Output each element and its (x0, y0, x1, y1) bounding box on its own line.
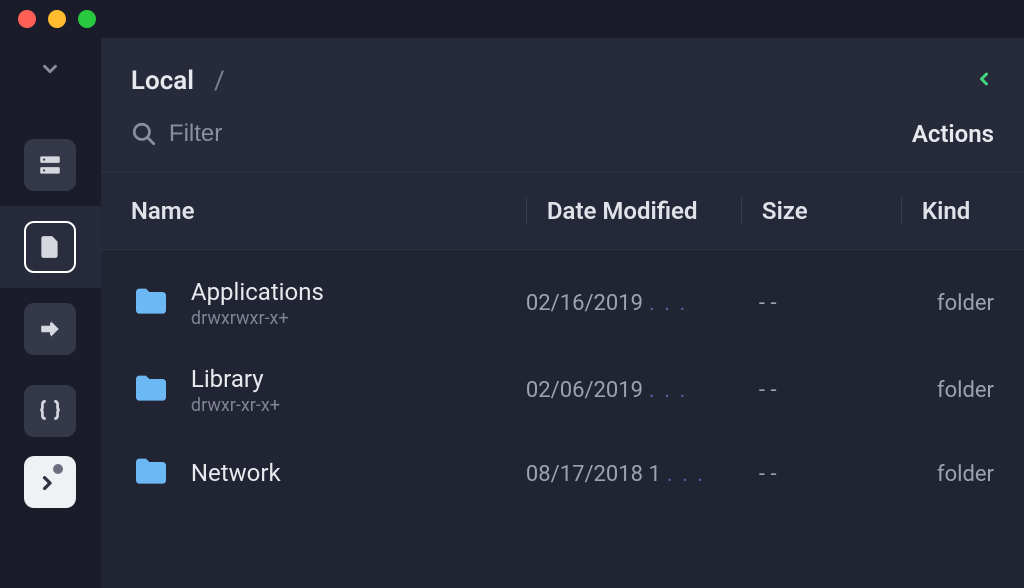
breadcrumb: Local / (131, 66, 225, 96)
sidebar-item-transfers[interactable] (0, 288, 101, 370)
connection-dropdown[interactable] (39, 58, 61, 84)
sidebar-item-servers[interactable] (0, 124, 101, 206)
file-name: Network (191, 459, 281, 487)
sidebar-item-terminal[interactable] (0, 452, 101, 512)
actions-menu[interactable]: Actions (912, 120, 994, 148)
files-icon (24, 221, 76, 273)
close-window-button[interactable] (18, 10, 36, 28)
table-body: Applications drwxrwxr-x+ 02/16/2019. . .… (101, 250, 1024, 524)
app-window: Local / Actions Name (0, 0, 1024, 588)
table-row[interactable]: Network 08/17/2018 1. . . - - folder (101, 434, 1024, 514)
folder-icon (131, 369, 171, 413)
name-cell: Library drwxr-xr-x+ (131, 365, 526, 416)
chevron-left-icon (974, 66, 994, 92)
sidebar (0, 38, 101, 588)
file-size: - - (741, 291, 901, 316)
terminal-icon (24, 456, 76, 508)
name-cell: Network (131, 452, 526, 496)
chevron-down-icon (39, 58, 61, 80)
file-permissions: drwxr-xr-x+ (191, 395, 280, 416)
table-row[interactable]: Library drwxr-xr-x+ 02/06/2019. . . - - … (101, 347, 1024, 434)
main-header: Local / Actions (101, 38, 1024, 172)
file-kind: folder (901, 291, 994, 316)
file-name: Library (191, 365, 280, 393)
location-label[interactable]: Local (131, 66, 194, 96)
file-size: - - (741, 462, 901, 487)
file-kind: folder (901, 462, 994, 487)
breadcrumb-row: Local / (131, 66, 994, 96)
search-icon (131, 121, 157, 147)
file-date: 02/16/2019. . . (526, 291, 741, 316)
code-braces-icon (24, 385, 76, 437)
back-button[interactable] (974, 66, 994, 96)
name-stack: Library drwxr-xr-x+ (191, 365, 280, 416)
table-row[interactable]: Applications drwxrwxr-x+ 02/16/2019. . .… (101, 260, 1024, 347)
filter-input[interactable] (169, 120, 469, 148)
window-body: Local / Actions Name (0, 38, 1024, 588)
transfers-icon (24, 303, 76, 355)
titlebar (0, 0, 1024, 38)
file-permissions: drwxrwxr-x+ (191, 308, 324, 329)
file-name: Applications (191, 278, 324, 306)
notification-dot-icon (53, 464, 63, 474)
file-kind: folder (901, 378, 994, 403)
table-header: Name Date Modified Size Kind (101, 172, 1024, 250)
column-header-kind[interactable]: Kind (901, 197, 994, 225)
column-header-size[interactable]: Size (741, 197, 901, 225)
folder-icon (131, 282, 171, 326)
file-date: 02/06/2019. . . (526, 378, 741, 403)
name-stack: Applications drwxrwxr-x+ (191, 278, 324, 329)
maximize-window-button[interactable] (78, 10, 96, 28)
name-cell: Applications drwxrwxr-x+ (131, 278, 526, 329)
file-size: - - (741, 378, 901, 403)
minimize-window-button[interactable] (48, 10, 66, 28)
column-header-date[interactable]: Date Modified (526, 197, 741, 225)
path-separator: / (214, 66, 225, 96)
filter-row: Actions (131, 120, 994, 172)
sidebar-item-files[interactable] (0, 206, 101, 288)
file-date: 08/17/2018 1. . . (526, 462, 741, 487)
folder-icon (131, 452, 171, 496)
search-box (131, 120, 469, 148)
servers-icon (24, 139, 76, 191)
sidebar-item-code[interactable] (0, 370, 101, 452)
file-table: Name Date Modified Size Kind Application… (101, 172, 1024, 588)
column-header-name[interactable]: Name (131, 197, 526, 225)
main-panel: Local / Actions Name (101, 38, 1024, 588)
name-stack: Network (191, 459, 281, 489)
